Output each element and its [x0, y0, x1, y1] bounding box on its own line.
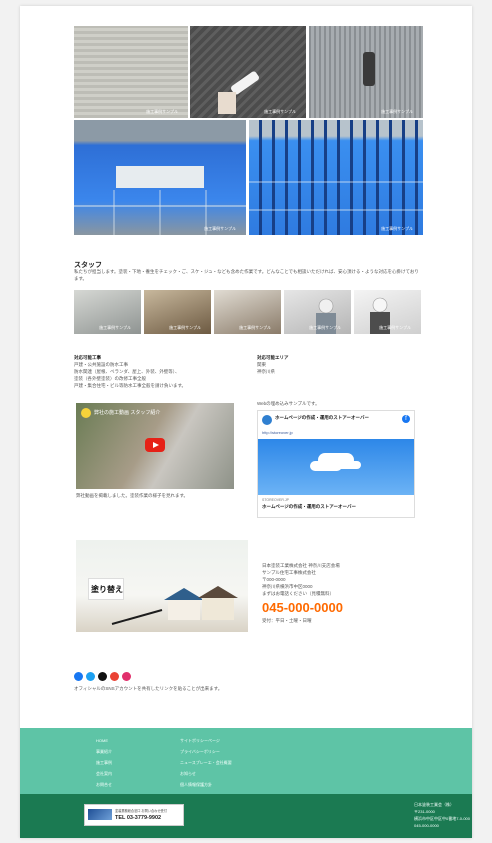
staff-caption: 施工事例サンプル: [239, 325, 271, 330]
footer-link-privacy[interactable]: プライバシーポリシー: [180, 749, 220, 755]
area-line: 神奈川県: [257, 369, 275, 374]
pool-lanes-illustration: [249, 181, 423, 211]
facebook-icon[interactable]: [74, 672, 83, 681]
staff-caption: 施工事例サンプル: [99, 325, 131, 330]
page: 施工事例サンプル 施工事例サンプル 施工事例サンプル 施工事例サンプル 施工事例…: [20, 6, 472, 838]
gallery-caption: 施工事例サンプル: [381, 109, 413, 114]
house-models-illustration: [111, 586, 238, 625]
banner-logo: [88, 809, 112, 820]
company-hours: 受付：平日・土曜・日曜: [262, 618, 312, 623]
facebook-page-name[interactable]: ホームページの作成・運用のストアーオーバー: [275, 415, 369, 421]
facebook-url[interactable]: http://storeover.jp: [262, 430, 293, 435]
staff-caption: 施工事例サンプル: [379, 325, 411, 330]
instagram-icon[interactable]: [122, 672, 131, 681]
gallery-photo-pool-1[interactable]: 施工事例サンプル: [74, 120, 246, 235]
company-postal: 〒000-0000: [262, 577, 286, 582]
gallery-photo-3[interactable]: 施工事例サンプル: [309, 26, 423, 118]
staff-photo-5[interactable]: 施工事例サンプル: [354, 290, 421, 334]
company-phone[interactable]: 045-000-0000: [262, 600, 343, 615]
services-line: 戸建・公共施設の防水工事: [74, 362, 128, 367]
footer-banner[interactable]: 塗装業務総合窓口 お問い合わせ受付 TEL 03-3779-9902: [84, 804, 184, 826]
wall-spray-illustration: [363, 52, 375, 86]
staff-caption: 施工事例サンプル: [169, 325, 201, 330]
staff-photo-4[interactable]: 施工事例サンプル: [284, 290, 351, 334]
footer-link-news[interactable]: お知らせ: [180, 771, 196, 777]
footer-nav: HOME 事業紹介 施工事例 会社案内 お問合せ サイトポリシーページ プライバ…: [20, 728, 472, 794]
twitter-icon[interactable]: [86, 672, 95, 681]
services-line: 戸建・集合住宅・ビル等防水工事全般を請け負います。: [74, 383, 187, 388]
tiktok-icon[interactable]: [98, 672, 107, 681]
staff-photo-2[interactable]: 施工事例サンプル: [144, 290, 211, 334]
cloud-illustration: [318, 453, 354, 467]
gallery-photo-2[interactable]: 施工事例サンプル: [190, 26, 306, 118]
footer-link-about[interactable]: ニュースプレーエ・会社概要: [180, 760, 232, 766]
footer-link-works[interactable]: 施工事例: [96, 760, 112, 766]
facebook-cover-image: [258, 439, 414, 495]
footer-address-line: 〒231-0000: [414, 809, 435, 814]
facebook-icon[interactable]: f: [402, 415, 410, 423]
services-line: 塗装（各外壁塗装）の改修工事全般: [74, 376, 146, 381]
video-caption: 弊社動画を掲載しました。塗装作業の様子を見れます。: [76, 493, 189, 498]
staff-caption: 施工事例サンプル: [309, 325, 341, 330]
facebook-footer-title: ホームページの作成・運用のストアーオーバー: [262, 504, 356, 509]
facebook-footer-small: STOREOVER.JP: [262, 498, 289, 502]
company-line2: サンプル住宅工事株式会社: [262, 570, 316, 575]
footer-link-home[interactable]: HOME: [96, 738, 108, 743]
area-title: 対応可能エリア: [257, 355, 289, 360]
footer-address-line: 045-000-0000: [414, 823, 439, 828]
staff-photo-1[interactable]: 施工事例サンプル: [74, 290, 141, 334]
gallery-caption: 施工事例サンプル: [381, 226, 413, 231]
footer-bottom-bar: 塗装業務総合窓口 お問い合わせ受付 TEL 03-3779-9902 日本塗装工…: [20, 794, 472, 838]
promo-image: 塗り替え: [76, 540, 248, 632]
footer-link-site-policy[interactable]: サイトポリシーページ: [180, 738, 220, 744]
facebook-page-avatar: [262, 415, 272, 425]
gallery-caption: 施工事例サンプル: [204, 226, 236, 231]
gallery-photo-pool-2[interactable]: 施工事例サンプル: [249, 120, 423, 235]
footer-link-company[interactable]: 会社案内: [96, 771, 112, 777]
footer-address-line: 横浜市中区中区中0番地7-0-000: [414, 816, 471, 821]
youtube-video-embed[interactable]: 弊社の施工動画 スタッフ紹介: [76, 403, 234, 489]
play-button[interactable]: [145, 438, 165, 452]
footer-address-line: 日本塗装工業会（株）: [414, 802, 454, 807]
company-name: 日本塗装工業株式会社 神奈川支店会場: [262, 563, 340, 568]
company-note: まずはお電話ください（見積無料）: [262, 591, 334, 596]
staff-photo-3[interactable]: 施工事例サンプル: [214, 290, 281, 334]
footer-link-personal-info[interactable]: 個人情報保護方針: [180, 782, 212, 788]
footer-link-contact[interactable]: お問合せ: [96, 782, 112, 788]
services-title: 対応可能工事: [74, 355, 101, 360]
banner-tel: TEL 03-3779-9902: [115, 815, 162, 821]
facebook-heading: Webの埋め込みサンプルです。: [257, 401, 320, 406]
google-icon[interactable]: [110, 672, 119, 681]
youtube-channel-avatar: [81, 408, 91, 418]
services-line: 防水関連（屋根、ベランダ、屋上、外装、外壁等）、: [74, 369, 180, 374]
company-address: 神奈川県横浜市中区0000: [262, 584, 313, 589]
video-title: 弊社の施工動画 スタッフ紹介: [94, 410, 161, 416]
banner-text: 塗装業務総合窓口 お問い合わせ受付: [115, 809, 167, 813]
area-line: 関東: [257, 362, 266, 367]
gallery-photo-1[interactable]: 施工事例サンプル: [74, 26, 188, 118]
paint-roller-illustration: [218, 71, 259, 114]
gallery-caption: 施工事例サンプル: [146, 109, 178, 114]
footer-link-business[interactable]: 事業紹介: [96, 749, 112, 755]
facebook-page-embed[interactable]: ホームページの作成・運用のストアーオーバー f http://storeover…: [257, 410, 415, 518]
social-text: オフィシャルのSNSアカウントを共有したリンクを貼ることが出来ます。: [74, 686, 223, 691]
staff-description: 私たちが担当します。塗装・下地・養生をチェック・ご、スケ・ジュ・なども含めた作業…: [74, 269, 419, 281]
pool-illustration: [74, 166, 246, 235]
gallery-caption: 施工事例サンプル: [264, 109, 296, 114]
